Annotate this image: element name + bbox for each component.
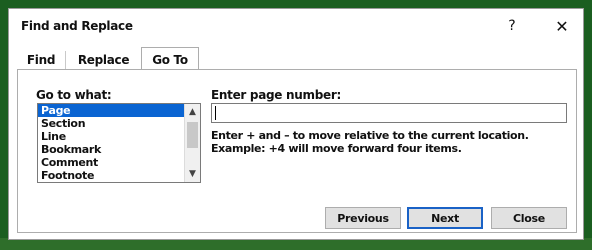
list-item-footnote[interactable]: Footnote xyxy=(38,169,184,182)
list-scrollbar[interactable]: ▲ ▼ xyxy=(184,104,200,182)
scroll-up-icon[interactable]: ▲ xyxy=(185,104,200,120)
list-item-bookmark[interactable]: Bookmark xyxy=(38,143,184,156)
close-icon[interactable]: ✕ xyxy=(545,13,579,39)
list-item-page[interactable]: Page xyxy=(38,104,184,117)
text-caret xyxy=(215,106,216,120)
list-item-section[interactable]: Section xyxy=(38,117,184,130)
find-replace-dialog: Find and Replace ? ✕ Find Replace Go To … xyxy=(8,8,584,240)
title-bar: Find and Replace ? ✕ xyxy=(9,9,583,43)
previous-button[interactable]: Previous xyxy=(325,207,401,229)
list-item-line[interactable]: Line xyxy=(38,130,184,143)
go-to-what-label: Go to what: xyxy=(36,88,112,102)
next-button[interactable]: Next xyxy=(407,207,483,229)
scroll-thumb[interactable] xyxy=(187,122,198,148)
tab-strip: Find Replace Go To xyxy=(9,43,583,71)
list-item-comment[interactable]: Comment xyxy=(38,156,184,169)
help-text: Enter + and – to move relative to the cu… xyxy=(211,129,529,155)
help-icon[interactable]: ? xyxy=(497,13,527,39)
tab-find[interactable]: Find xyxy=(21,51,61,69)
page-number-input[interactable] xyxy=(211,103,567,123)
close-button[interactable]: Close xyxy=(491,207,567,229)
list-items: Page Section Line Bookmark Comment Footn… xyxy=(38,104,184,182)
enter-page-number-label: Enter page number: xyxy=(211,88,341,102)
tab-go-to[interactable]: Go To xyxy=(141,47,199,71)
tab-replace[interactable]: Replace xyxy=(65,51,141,69)
go-to-what-list[interactable]: Page Section Line Bookmark Comment Footn… xyxy=(37,103,201,183)
scroll-down-icon[interactable]: ▼ xyxy=(185,166,200,182)
window-title: Find and Replace xyxy=(21,19,133,33)
